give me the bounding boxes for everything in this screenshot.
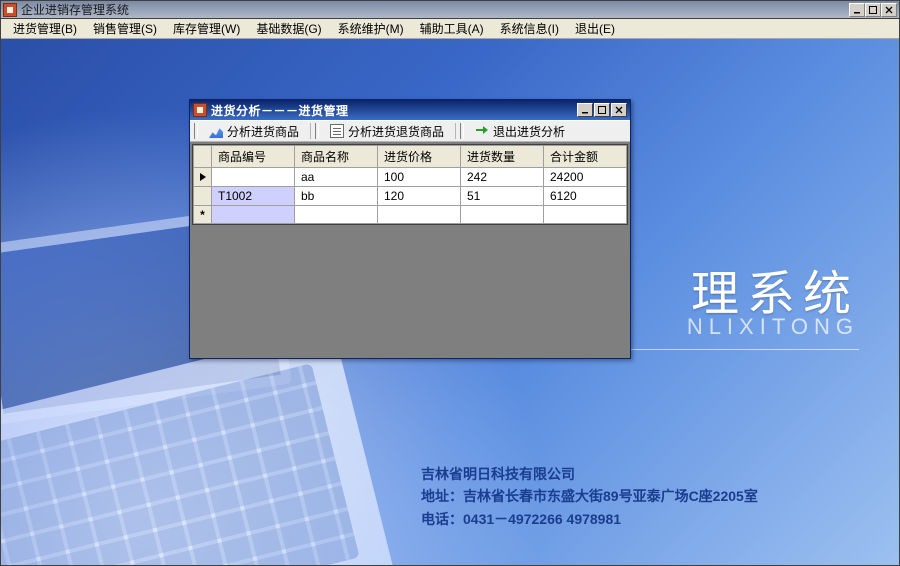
grid-new-row[interactable]: * — [194, 206, 627, 224]
data-grid[interactable]: 商品编号 商品名称 进货价格 进货数量 合计金额 T1001 aa 100 24… — [192, 144, 628, 225]
menu-sales[interactable]: 销售管理(S) — [87, 18, 163, 39]
close-button[interactable] — [881, 3, 897, 17]
exit-icon — [475, 124, 489, 138]
btn-analyze-purchase[interactable]: 分析进货商品 — [202, 120, 306, 143]
menubar: 进货管理(B) 销售管理(S) 库存管理(W) 基础数据(G) 系统维护(M) … — [1, 19, 899, 39]
dialog-icon — [193, 103, 207, 117]
window-controls — [849, 3, 897, 17]
menu-sysinfo[interactable]: 系统信息(I) — [494, 18, 565, 39]
cell-price[interactable] — [378, 206, 461, 224]
titlebar: 企业进销存管理系统 — [1, 1, 899, 19]
cell-name[interactable]: aa — [295, 168, 378, 187]
row-indicator — [194, 187, 212, 206]
toolbar-grip — [460, 123, 464, 139]
btn-analyze-purchase-label: 分析进货商品 — [227, 123, 299, 140]
grid-row[interactable]: T1002 bb 120 51 6120 — [194, 187, 627, 206]
toolbar-grip — [315, 123, 319, 139]
btn-analyze-return[interactable]: 分析进货退货商品 — [323, 120, 451, 143]
document-icon — [330, 124, 344, 138]
menu-sysmaint[interactable]: 系统维护(M) — [332, 18, 410, 39]
maximize-button[interactable] — [865, 3, 881, 17]
minimize-button[interactable] — [849, 3, 865, 17]
col-product-name[interactable]: 商品名称 — [295, 146, 378, 168]
cell-total[interactable] — [544, 206, 627, 224]
col-qty[interactable]: 进货数量 — [461, 146, 544, 168]
cell-total[interactable]: 24200 — [544, 168, 627, 187]
dialog-empty-area — [190, 227, 630, 358]
footer-company: 吉林省明日科技有限公司 — [421, 463, 758, 485]
btn-exit-analysis-label: 退出进货分析 — [493, 123, 565, 140]
dialog-titlebar[interactable]: 进货分析－－－进货管理 — [190, 100, 630, 120]
cell-price[interactable]: 100 — [378, 168, 461, 187]
chart-icon — [209, 124, 223, 138]
cell-total[interactable]: 6120 — [544, 187, 627, 206]
bg-title-en: NLIXITONG — [687, 314, 859, 340]
footer-info: 吉林省明日科技有限公司 地址：吉林省长春市东盛大街89号亚泰广场C座2205室 … — [421, 463, 758, 530]
menu-tools[interactable]: 辅助工具(A) — [414, 18, 490, 39]
cell-name[interactable]: bb — [295, 187, 378, 206]
cell-qty[interactable]: 51 — [461, 187, 544, 206]
menu-exit[interactable]: 退出(E) — [569, 18, 621, 39]
btn-analyze-return-label: 分析进货退货商品 — [348, 123, 444, 140]
grid-row[interactable]: T1001 aa 100 242 24200 — [194, 168, 627, 187]
menu-purchase[interactable]: 进货管理(B) — [7, 18, 83, 39]
new-row-icon: * — [194, 206, 212, 224]
dialog-close-button[interactable] — [611, 103, 627, 117]
dialog-toolbar: 分析进货商品 分析进货退货商品 退出进货分析 — [190, 120, 630, 142]
toolbar-separator — [310, 123, 311, 139]
menu-basedata[interactable]: 基础数据(G) — [250, 18, 327, 39]
footer-address: 地址：吉林省长春市东盛大街89号亚泰广场C座2205室 — [421, 485, 758, 507]
app-icon — [3, 3, 17, 17]
dialog-minimize-button[interactable] — [577, 103, 593, 117]
menu-inventory[interactable]: 库存管理(W) — [167, 18, 246, 39]
btn-exit-analysis[interactable]: 退出进货分析 — [468, 120, 572, 143]
toolbar-grip — [194, 123, 198, 139]
dialog-controls — [576, 103, 627, 117]
app-window: 企业进销存管理系统 进货管理(B) 销售管理(S) 库存管理(W) 基础数据(G… — [0, 0, 900, 566]
cell-id[interactable] — [212, 206, 295, 224]
cell-name[interactable] — [295, 206, 378, 224]
row-indicator — [194, 168, 212, 187]
grid-corner — [194, 146, 212, 168]
toolbar-separator — [455, 123, 456, 139]
bg-title-underline — [619, 349, 859, 350]
cell-qty[interactable]: 242 — [461, 168, 544, 187]
app-title: 企业进销存管理系统 — [21, 1, 849, 18]
cell-id[interactable]: T1002 — [212, 187, 295, 206]
grid-header-row: 商品编号 商品名称 进货价格 进货数量 合计金额 — [194, 146, 627, 168]
current-row-icon — [200, 173, 206, 181]
col-price[interactable]: 进货价格 — [378, 146, 461, 168]
col-total[interactable]: 合计金额 — [544, 146, 627, 168]
col-product-id[interactable]: 商品编号 — [212, 146, 295, 168]
footer-phone: 电话：0431－4972266 4978981 — [421, 508, 758, 530]
cell-price[interactable]: 120 — [378, 187, 461, 206]
dialog-maximize-button[interactable] — [594, 103, 610, 117]
cell-id[interactable]: T1001 — [212, 168, 295, 187]
mdi-client-area: 理系统 NLIXITONG 吉林省明日科技有限公司 地址：吉林省长春市东盛大街8… — [1, 39, 899, 565]
cell-qty[interactable] — [461, 206, 544, 224]
dialog-purchase-analysis: 进货分析－－－进货管理 分析进货商品 分析进货退货商品 — [189, 99, 631, 359]
dialog-title: 进货分析－－－进货管理 — [211, 102, 576, 119]
